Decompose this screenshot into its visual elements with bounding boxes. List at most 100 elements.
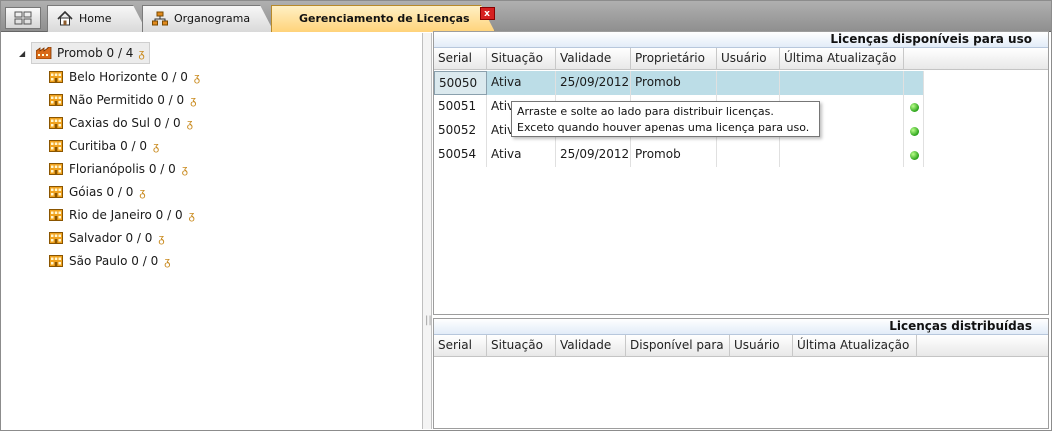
tree-node[interactable]: Góias 0 / 0 ᵹ xyxy=(49,182,145,202)
tree-node-label: Góias 0 / 0 xyxy=(69,185,134,199)
key-icon: ᵹ xyxy=(186,116,193,130)
cell-empty xyxy=(717,143,780,167)
cell-status xyxy=(904,71,924,95)
close-tab-button[interactable]: x xyxy=(479,7,495,20)
key-icon: ᵹ xyxy=(190,93,197,107)
tree-node-label: Curitiba 0 / 0 xyxy=(69,139,148,153)
grid-icon xyxy=(14,11,32,25)
tree-root-node[interactable]: Promob 0 / 4 ᵹ xyxy=(31,42,150,64)
cell-empty xyxy=(780,71,904,95)
tree-node[interactable]: Florianópolis 0 / 0 ᵹ xyxy=(49,159,188,179)
table-row[interactable]: 50054 Ativa 25/09/2012 Promob xyxy=(434,143,924,167)
splitter-grip-icon[interactable]: || xyxy=(425,315,432,326)
tree-node-label: Belo Horizonte 0 / 0 xyxy=(69,70,188,84)
col-usuario[interactable]: Usuário xyxy=(717,48,780,70)
drag-tooltip: Arraste e solte ao lado para distribuir … xyxy=(511,101,820,137)
cell-proprietario: Promob xyxy=(631,71,717,95)
org-chart-icon xyxy=(152,11,168,26)
tree-node-label: Caxias do Sul 0 / 0 xyxy=(69,116,181,130)
col-disponivel-para[interactable]: Disponível para xyxy=(626,335,730,357)
distributed-licenses-title: Licenças distribuídas xyxy=(434,319,1048,335)
tree-node-label: Não Permitido 0 / 0 xyxy=(69,93,185,107)
cell-situacao: Ativa xyxy=(487,143,556,167)
status-ok-icon xyxy=(910,127,919,136)
col-situacao[interactable]: Situação xyxy=(487,335,556,357)
app-window: Home Organograma Gerenciamento de Licenç… xyxy=(0,0,1052,431)
close-icon: x xyxy=(484,8,490,19)
cell-proprietario: Promob xyxy=(631,143,717,167)
building-icon xyxy=(49,94,63,106)
col-validade[interactable]: Validade xyxy=(556,48,631,70)
available-licenses-panel: Licenças disponíveis para uso Serial Sit… xyxy=(433,31,1049,315)
organization-tree: ◢ Promob 0 / 4 ᵹ Belo Horizonte 0 / 0 ᵹ Nã… xyxy=(3,33,421,429)
cell-situacao: Ativa xyxy=(487,71,556,95)
cell-serial: 50054 xyxy=(434,143,487,167)
col-situacao[interactable]: Situação xyxy=(487,48,556,70)
cell-serial: 50052 xyxy=(434,119,487,143)
cell-serial: 50051 xyxy=(434,95,487,119)
key-icon: ᵹ xyxy=(193,70,200,84)
tree-root-label: Promob 0 / 4 xyxy=(57,46,134,60)
cell-status xyxy=(904,119,924,143)
key-icon: ᵹ xyxy=(139,185,146,199)
key-icon: ᵹ xyxy=(153,139,160,153)
col-usuario[interactable]: Usuário xyxy=(730,335,793,357)
building-icon xyxy=(49,117,63,129)
col-ultima-atualizacao[interactable]: Última Atualização xyxy=(780,48,904,70)
tree-node[interactable]: Salvador 0 / 0 ᵹ xyxy=(49,228,165,248)
tree-node[interactable]: Curitiba 0 / 0 ᵹ xyxy=(49,136,159,156)
tree-node[interactable]: Caxias do Sul 0 / 0 ᵹ xyxy=(49,113,193,133)
key-icon: ᵹ xyxy=(138,46,145,60)
cell-status xyxy=(904,143,924,167)
tab-bar: Home Organograma Gerenciamento de Licenç… xyxy=(1,1,1051,32)
col-ultima-atualizacao[interactable]: Última Atualização xyxy=(793,335,917,357)
tooltip-line-1: Arraste e solte ao lado para distribuir … xyxy=(517,105,774,118)
cell-empty xyxy=(717,71,780,95)
key-icon: ᵹ xyxy=(181,162,188,176)
home-icon xyxy=(57,11,73,26)
cell-status xyxy=(904,95,924,119)
tab-home-label: Home xyxy=(79,12,112,25)
cell-serial: 50050 xyxy=(434,71,487,95)
cell-empty xyxy=(780,143,904,167)
col-validade[interactable]: Validade xyxy=(556,335,626,357)
available-licenses-title: Licenças disponíveis para uso xyxy=(434,32,1048,48)
col-proprietario[interactable]: Proprietário xyxy=(631,48,717,70)
tree-node[interactable]: Rio de Janeiro 0 / 0 ᵹ xyxy=(49,205,195,225)
tree-collapse-arrow-icon[interactable]: ◢ xyxy=(19,49,25,58)
tree-node[interactable]: Não Permitido 0 / 0 ᵹ xyxy=(49,90,196,110)
tree-node-label: Florianópolis 0 / 0 xyxy=(69,162,176,176)
tab-gerenciamento-licencas[interactable]: Gerenciamento de Licenças x xyxy=(271,5,495,32)
tree-node-label: Rio de Janeiro 0 / 0 xyxy=(69,208,183,222)
col-serial[interactable]: Serial xyxy=(434,335,487,357)
tab-home[interactable]: Home xyxy=(47,5,147,32)
distributed-licenses-panel: Licenças distribuídas Serial Situação Va… xyxy=(433,318,1049,429)
cell-validade: 25/09/2012 xyxy=(556,143,631,167)
tree-node-label: Salvador 0 / 0 xyxy=(69,231,153,245)
factory-icon xyxy=(36,47,52,59)
tooltip-line-2: Exceto quando houver apenas uma licença … xyxy=(517,121,810,134)
key-icon: ᵹ xyxy=(158,231,165,245)
building-icon xyxy=(49,255,63,267)
vertical-splitter[interactable]: || xyxy=(422,33,432,429)
distributed-licenses-header: Serial Situação Validade Disponível para… xyxy=(434,335,1048,357)
status-ok-icon xyxy=(910,103,919,112)
building-icon xyxy=(49,232,63,244)
building-icon xyxy=(49,140,63,152)
building-icon xyxy=(49,209,63,221)
building-icon xyxy=(49,186,63,198)
key-icon: ᵹ xyxy=(188,208,195,222)
tab-gerenciamento-label: Gerenciamento de Licenças xyxy=(299,12,470,25)
tree-node[interactable]: São Paulo 0 / 0 ᵹ xyxy=(49,251,170,271)
status-ok-icon xyxy=(910,151,919,160)
tab-organograma[interactable]: Organograma xyxy=(142,5,274,32)
cell-validade: 25/09/2012 xyxy=(556,71,631,95)
tab-overview-button[interactable] xyxy=(5,7,41,29)
col-serial[interactable]: Serial xyxy=(434,48,487,70)
tree-node-label: São Paulo 0 / 0 xyxy=(69,254,159,268)
key-icon: ᵹ xyxy=(164,254,171,268)
table-row[interactable]: 50050 Ativa 25/09/2012 Promob xyxy=(434,71,924,95)
available-licenses-header: Serial Situação Validade Proprietário Us… xyxy=(434,48,1048,70)
tree-node[interactable]: Belo Horizonte 0 / 0 ᵹ xyxy=(49,67,200,87)
tab-organograma-label: Organograma xyxy=(174,12,251,25)
